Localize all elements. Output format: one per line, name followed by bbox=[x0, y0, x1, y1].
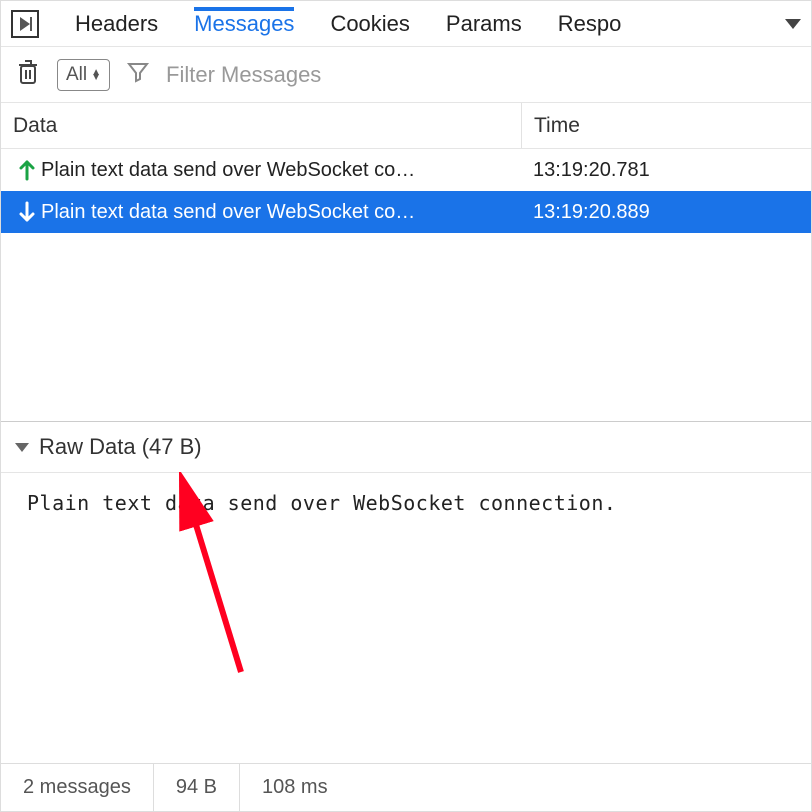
status-bar: 2 messages 94 B 108 ms bbox=[1, 763, 811, 811]
raw-data-panel: Raw Data (47 B) Plain text data send ove… bbox=[1, 421, 811, 763]
tabs-overflow-icon[interactable] bbox=[785, 19, 801, 29]
funnel-icon bbox=[126, 60, 150, 90]
sort-icon: ▲▼ bbox=[91, 70, 101, 80]
collapse-icon bbox=[15, 443, 29, 452]
raw-data-title: Raw Data (47 B) bbox=[39, 434, 202, 460]
message-time: 13:19:20.889 bbox=[521, 201, 650, 224]
column-time[interactable]: Time bbox=[521, 103, 811, 148]
message-text: Plain text data send over WebSocket co… bbox=[41, 201, 521, 224]
column-headers: Data Time bbox=[1, 103, 811, 149]
tab-response[interactable]: Respo bbox=[558, 11, 622, 37]
messages-toolbar: All ▲▼ bbox=[1, 47, 811, 103]
message-list: Plain text data send over WebSocket co… … bbox=[1, 149, 811, 421]
panel-toggle-icon[interactable] bbox=[11, 10, 39, 38]
raw-data-header[interactable]: Raw Data (47 B) bbox=[1, 422, 811, 473]
tab-params[interactable]: Params bbox=[446, 11, 522, 37]
status-duration: 108 ms bbox=[239, 764, 350, 811]
direction-filter-label: All bbox=[66, 64, 87, 86]
arrow-down-icon bbox=[13, 201, 41, 223]
message-row[interactable]: Plain text data send over WebSocket co… … bbox=[1, 149, 811, 191]
raw-data-body: Plain text data send over WebSocket conn… bbox=[1, 473, 811, 533]
column-data[interactable]: Data bbox=[1, 114, 521, 138]
tab-cookies[interactable]: Cookies bbox=[330, 11, 409, 37]
message-text: Plain text data send over WebSocket co… bbox=[41, 159, 521, 182]
direction-filter[interactable]: All ▲▼ bbox=[57, 59, 110, 91]
tab-headers[interactable]: Headers bbox=[75, 11, 158, 37]
status-count: 2 messages bbox=[1, 764, 153, 811]
message-row[interactable]: Plain text data send over WebSocket co… … bbox=[1, 191, 811, 233]
status-size: 94 B bbox=[153, 764, 239, 811]
tabs-bar: Headers Messages Cookies Params Respo bbox=[1, 1, 811, 47]
message-time: 13:19:20.781 bbox=[521, 159, 650, 182]
arrow-up-icon bbox=[13, 159, 41, 181]
filter-input[interactable] bbox=[166, 62, 466, 88]
clear-icon[interactable] bbox=[15, 58, 41, 92]
tab-messages[interactable]: Messages bbox=[194, 11, 294, 37]
